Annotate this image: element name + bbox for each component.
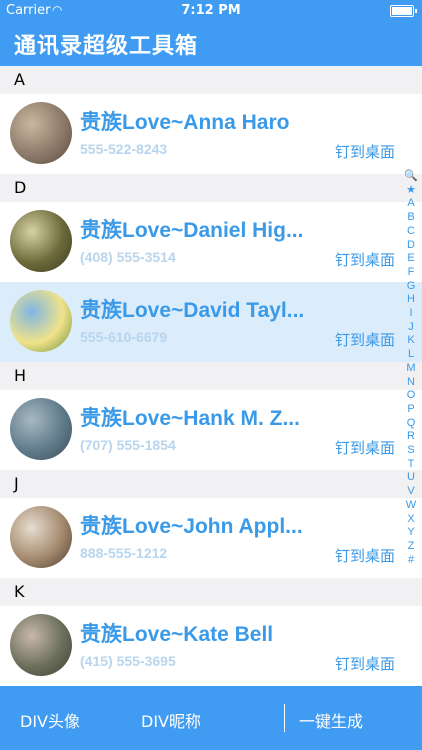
contact-row[interactable]: 贵族Love~Hank M. Z... (707) 555-1854 钉到桌面 [0,390,422,470]
index-letter[interactable]: G [402,280,420,294]
contact-avatar [10,102,72,164]
index-letter[interactable]: W [402,499,420,513]
index-search-icon[interactable]: 🔍 [402,170,420,184]
index-letter[interactable]: Q [402,417,420,431]
contact-phone: 555-522-8243 [80,141,168,157]
index-letter[interactable]: S [402,444,420,458]
section-header-a: A [0,66,422,94]
pin-to-desktop-button[interactable]: 钉到桌面 [335,329,395,350]
index-letter[interactable]: U [402,471,420,485]
contact-name: 贵族Love~David Tayl... [80,299,305,322]
pin-to-desktop-button[interactable]: 钉到桌面 [335,653,395,674]
contact-phone: (408) 555-3514 [80,249,176,265]
contact-row[interactable]: 贵族Love~Anna Haro 555-522-8243 钉到桌面 [0,94,422,174]
index-star-icon[interactable]: ★ [402,184,420,198]
index-letter[interactable]: B [402,211,420,225]
pin-to-desktop-button[interactable]: 钉到桌面 [335,437,395,458]
contact-name: 贵族Love~Hank M. Z... [80,407,300,430]
contact-phone: (707) 555-1854 [80,437,176,453]
contact-avatar [10,290,72,352]
battery-icon [390,5,417,17]
contact-name: 贵族Love~Daniel Hig... [80,219,304,242]
status-time: 7:12 PM [181,3,241,18]
index-letter[interactable]: A [402,197,420,211]
pin-to-desktop-button[interactable]: 钉到桌面 [335,249,395,270]
contact-avatar [10,398,72,460]
index-letter[interactable]: T [402,458,420,472]
section-header-h: H [0,362,422,390]
index-letter[interactable]: L [402,348,420,362]
toolbar-divider [284,704,285,732]
index-letter[interactable]: I [402,307,420,321]
contact-avatar [10,614,72,676]
section-index-bar[interactable]: 🔍 ★ A B C D E F G H I J K L M N O P Q R S T U V W X Y Z # [402,170,420,567]
index-letter[interactable]: P [402,403,420,417]
contact-row[interactable]: 贵族Love~John Appl... 888-555-1212 钉到桌面 [0,498,422,578]
section-header-d: D [0,174,422,202]
one-click-generate-button[interactable]: 一键生成 [299,708,363,732]
contact-phone: 555-610-6679 [80,329,168,345]
contact-name: 贵族Love~Kate Bell [80,623,274,646]
contact-avatar [10,506,72,568]
diy-nickname-button[interactable]: DIV昵称 [141,708,201,732]
index-letter[interactable]: V [402,485,420,499]
section-header-k: K [0,578,422,606]
contact-phone: (415) 555-3695 [80,653,176,669]
index-letter[interactable]: X [402,513,420,527]
section-header-j: J [0,470,422,498]
contact-name: 贵族Love~Anna Haro [80,111,290,134]
page-title: 通讯录超级工具箱 [14,34,199,59]
index-letter[interactable]: K [402,334,420,348]
contact-phone: 888-555-1212 [80,545,168,561]
contact-row[interactable]: 贵族Love~Daniel Hig... (408) 555-3514 钉到桌面 [0,202,422,282]
index-letter[interactable]: H [402,293,420,307]
index-letter[interactable]: R [402,430,420,444]
bottom-toolbar: DIV头像 DIV昵称 一键生成 [0,686,422,750]
pin-to-desktop-button[interactable]: 钉到桌面 [335,545,395,566]
nav-bar: 通讯录超级工具箱 [0,22,422,66]
index-letter[interactable]: # [402,554,420,568]
contact-avatar [10,210,72,272]
index-letter[interactable]: E [402,252,420,266]
index-letter[interactable]: M [402,362,420,376]
contact-list[interactable]: A 贵族Love~Anna Haro 555-522-8243 钉到桌面 D 贵族Love… [0,66,422,686]
index-letter[interactable]: D [402,239,420,253]
diy-avatar-button[interactable]: DIV头像 [20,708,80,732]
status-bar: Carrier ◠ 7:12 PM [0,0,422,22]
index-letter[interactable]: O [402,389,420,403]
pin-to-desktop-button[interactable]: 钉到桌面 [335,141,395,162]
contact-row[interactable]: 贵族Love~Kate Bell (415) 555-3695 钉到桌面 [0,606,422,686]
index-letter[interactable]: F [402,266,420,280]
index-letter[interactable]: J [402,321,420,335]
contact-name: 贵族Love~John Appl... [80,515,303,538]
index-letter[interactable]: N [402,376,420,390]
contact-row[interactable]: 贵族Love~David Tayl... 555-610-6679 钉到桌面 [0,282,422,362]
index-letter[interactable]: C [402,225,420,239]
index-letter[interactable]: Z [402,540,420,554]
index-letter[interactable]: Y [402,526,420,540]
